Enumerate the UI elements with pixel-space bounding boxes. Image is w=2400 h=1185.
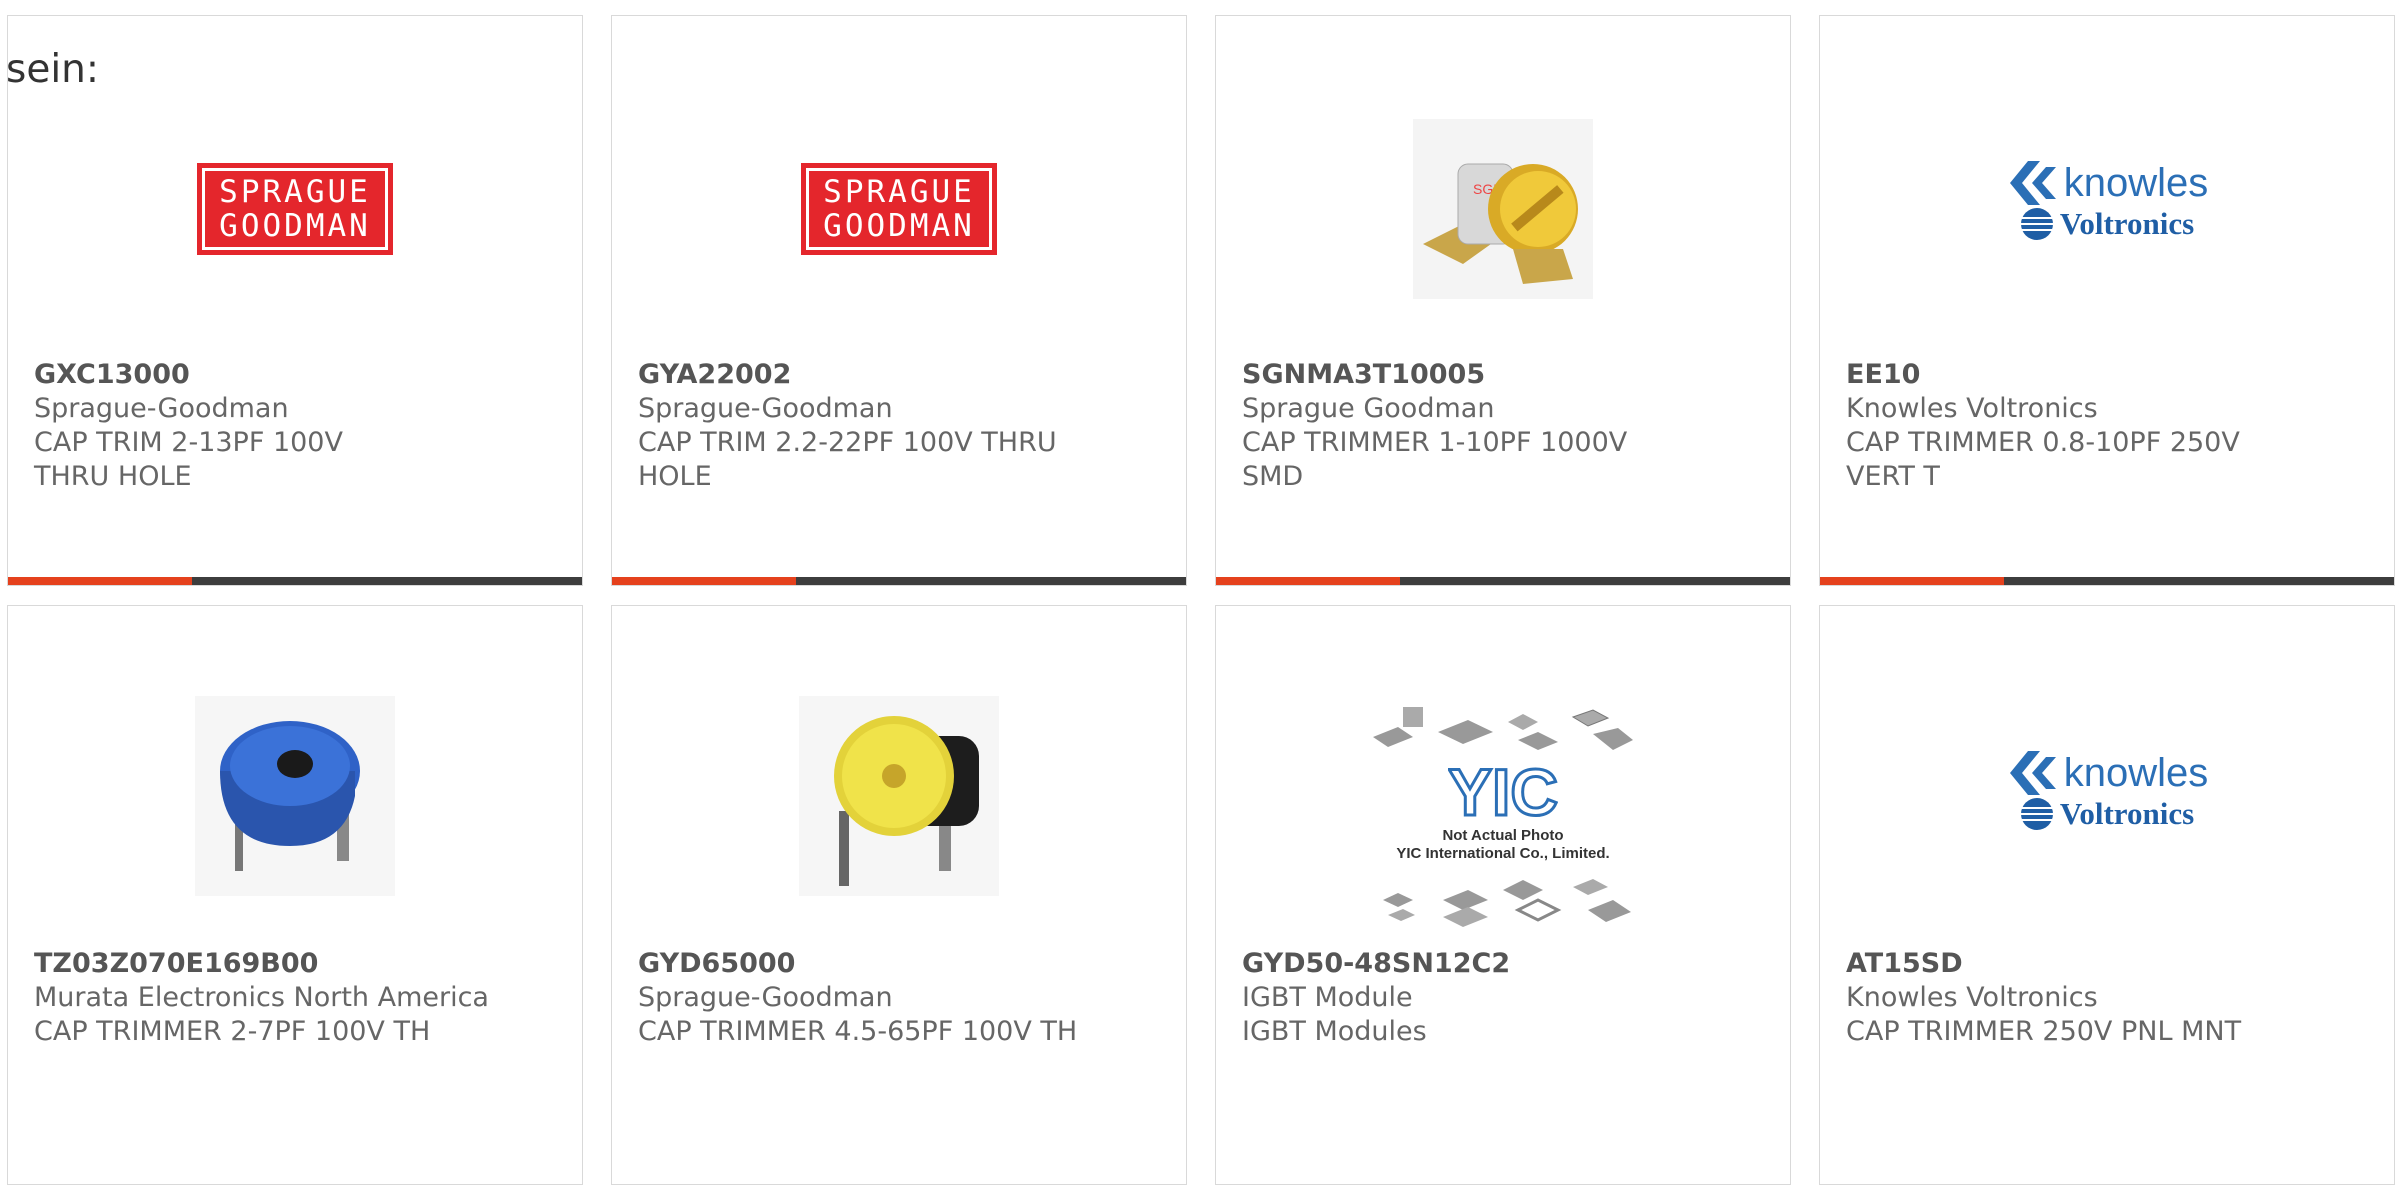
- product-image[interactable]: knowles Voltronics: [1820, 666, 2394, 916]
- description: IGBT Modules: [1242, 1016, 1427, 1047]
- logo-line: Voltronics: [2059, 795, 2195, 831]
- logo-line: knowles: [2063, 160, 2209, 205]
- product-image[interactable]: YIC Not Actual Photo YIC International C…: [1216, 691, 1790, 941]
- description: CAP TRIM 2-13PF 100V THRU HOLE: [34, 427, 343, 492]
- yic-logo: YIC: [1448, 757, 1558, 827]
- logo-line: YIC: [1448, 757, 1558, 827]
- manufacturer: Sprague-Goodman: [638, 393, 893, 424]
- knowles-voltronics-logo: knowles Voltronics: [2006, 750, 2209, 832]
- globe-icon: [2020, 797, 2053, 830]
- part-number[interactable]: GXC13000: [34, 358, 562, 392]
- part-number[interactable]: SGNMA3T10005: [1242, 358, 1770, 392]
- product-card[interactable]: YIC Not Actual Photo YIC International C…: [1215, 605, 1791, 1185]
- sprague-goodman-logo: SPRAGUE GOODMAN: [197, 163, 393, 255]
- yic-company-note: YIC International Co., Limited.: [1396, 845, 1610, 862]
- yic-placeholder: YIC Not Actual Photo YIC International C…: [1368, 702, 1638, 930]
- yellow-trimmer-photo: [799, 696, 999, 896]
- manufacturer: Murata Electronics North America: [34, 982, 489, 1013]
- product-card[interactable]: SGF SGNMA3T10005 Sprague Goodman CAP TRI…: [1215, 15, 1791, 586]
- manufacturer: Sprague-Goodman: [638, 982, 893, 1013]
- intro-text: sein:: [6, 47, 100, 92]
- product-card[interactable]: TZ03Z070E169B00 Murata Electronics North…: [7, 605, 583, 1185]
- chip-packages-top-icon: [1373, 707, 1633, 750]
- manufacturer: Sprague-Goodman: [34, 393, 289, 424]
- description: CAP TRIMMER 250V PNL MNT: [1846, 1016, 2242, 1047]
- chip-packages-bottom-icon: [1383, 879, 1631, 927]
- card-accent-bar: [1820, 577, 2004, 585]
- product-card[interactable]: GYD65000 Sprague-Goodman CAP TRIMMER 4.5…: [611, 605, 1187, 1185]
- globe-icon: [2020, 207, 2053, 240]
- part-number[interactable]: GYD65000: [638, 947, 1166, 981]
- logo-line: GOODMAN: [823, 208, 975, 244]
- card-bottom-bar: [1216, 577, 1790, 585]
- card-bottom-bar: [1820, 577, 2394, 585]
- description: CAP TRIMMER 1-10PF 1000V SMD: [1242, 427, 1628, 492]
- description: CAP TRIMMER 0.8-10PF 250V VERT T: [1846, 427, 2240, 492]
- part-number[interactable]: TZ03Z070E169B00: [34, 947, 562, 981]
- knowles-chevron-icon: [2009, 751, 2056, 795]
- card-accent-bar: [612, 577, 796, 585]
- part-number[interactable]: GYA22002: [638, 358, 1166, 392]
- description: CAP TRIMMER 2-7PF 100V TH: [34, 1016, 431, 1047]
- logo-line: GOODMAN: [219, 208, 371, 244]
- manufacturer: IGBT Module: [1242, 982, 1413, 1013]
- product-image[interactable]: SPRAGUE GOODMAN: [8, 84, 582, 334]
- product-card[interactable]: knowles Voltronics EE10 Knowles Voltroni…: [1819, 15, 2395, 586]
- logo-line: SPRAGUE: [219, 174, 371, 210]
- product-card[interactable]: knowles Voltronics AT15SD Knowles Voltro…: [1819, 605, 2395, 1185]
- product-image[interactable]: [8, 671, 582, 921]
- logo-line: knowles: [2063, 750, 2209, 795]
- knowles-chevron-icon: [2009, 161, 2056, 205]
- part-number[interactable]: AT15SD: [1846, 947, 2374, 981]
- blue-trimmer-photo: [195, 696, 395, 896]
- product-card[interactable]: SPRAGUE GOODMAN GYA22002 Sprague-Goodman…: [611, 15, 1187, 586]
- manufacturer: Sprague Goodman: [1242, 393, 1495, 424]
- description: CAP TRIM 2.2-22PF 100V THRU HOLE: [638, 427, 1057, 492]
- gold-trimmer-photo: SGF: [1413, 119, 1593, 299]
- card-bottom-bar: [612, 577, 1186, 585]
- knowles-voltronics-logo: knowles Voltronics: [2006, 160, 2209, 242]
- card-bottom-bar: [8, 577, 582, 585]
- product-image[interactable]: SPRAGUE GOODMAN: [612, 84, 1186, 334]
- product-image[interactable]: SGF: [1216, 84, 1790, 334]
- logo-line: Voltronics: [2059, 205, 2195, 241]
- sprague-goodman-logo: SPRAGUE GOODMAN: [801, 163, 997, 255]
- product-image[interactable]: knowles Voltronics: [1820, 76, 2394, 326]
- not-actual-photo-note: Not Actual Photo: [1442, 827, 1564, 844]
- logo-line: SPRAGUE: [823, 174, 975, 210]
- manufacturer: Knowles Voltronics: [1846, 982, 2098, 1013]
- card-accent-bar: [8, 577, 192, 585]
- manufacturer: Knowles Voltronics: [1846, 393, 2098, 424]
- part-number[interactable]: EE10: [1846, 358, 2374, 392]
- card-accent-bar: [1216, 577, 1400, 585]
- product-card[interactable]: SPRAGUE GOODMAN GXC13000 Sprague-Goodman…: [7, 15, 583, 586]
- product-image[interactable]: [612, 671, 1186, 921]
- description: CAP TRIMMER 4.5-65PF 100V TH: [638, 1016, 1078, 1047]
- part-number[interactable]: GYD50-48SN12C2: [1242, 947, 1770, 981]
